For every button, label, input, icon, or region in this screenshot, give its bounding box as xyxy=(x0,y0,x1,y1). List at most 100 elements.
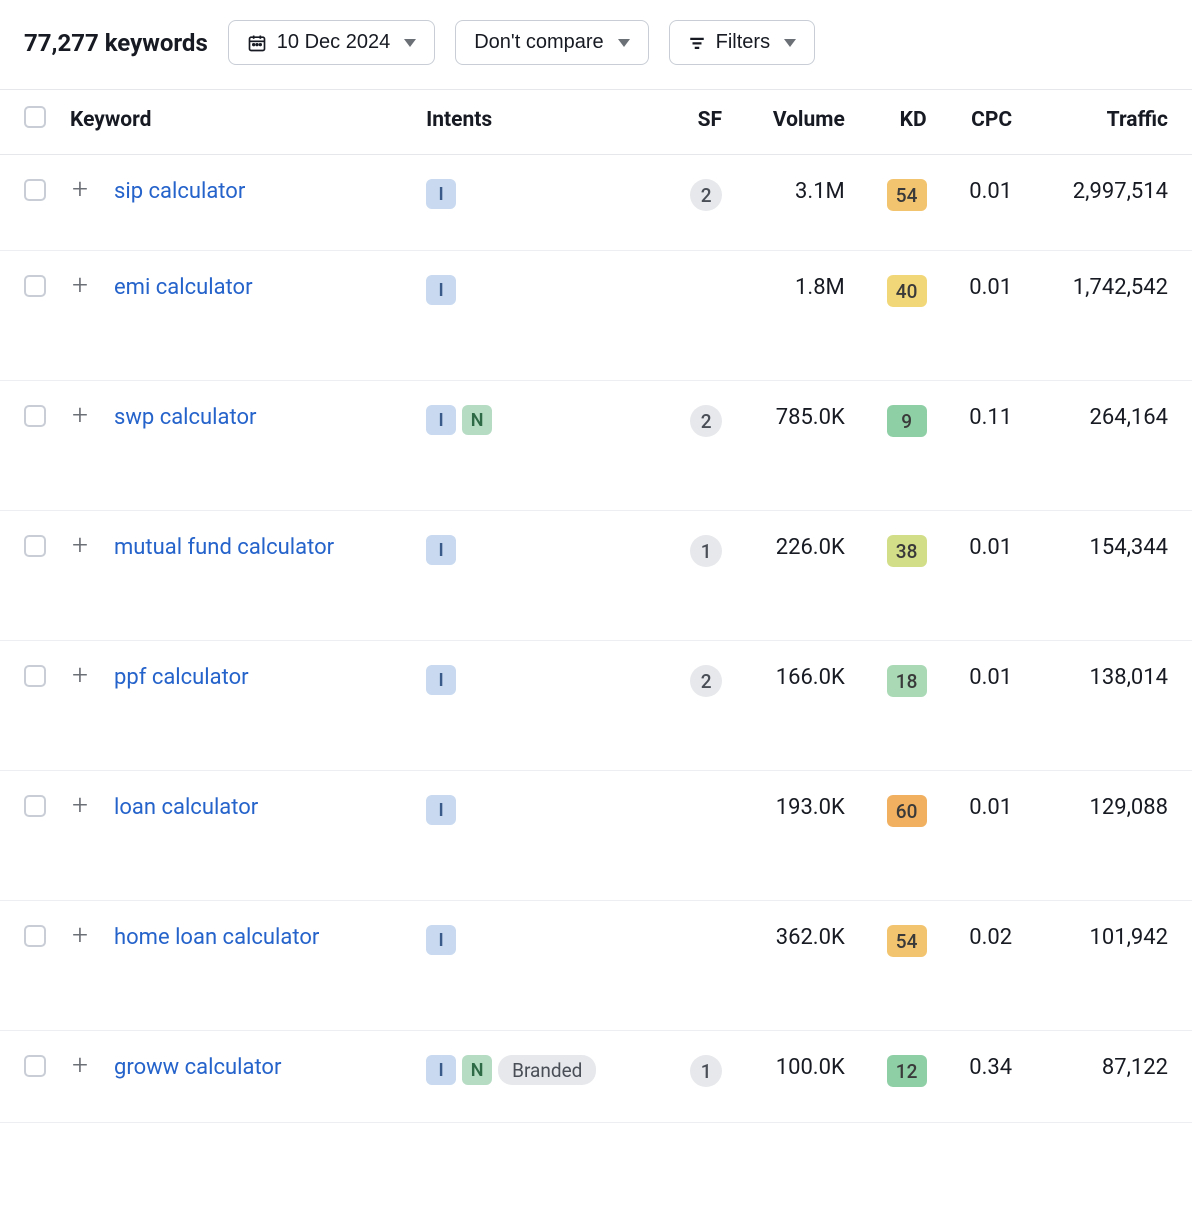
date-picker-button[interactable]: 10 Dec 2024 xyxy=(228,20,435,65)
kd-badge: 38 xyxy=(887,535,927,567)
row-checkbox-cell xyxy=(0,1031,58,1123)
row-checkbox-cell xyxy=(0,511,58,641)
header-checkbox-cell xyxy=(0,90,58,155)
table-row: +sip calculatorI23.1M540.012,997,514 xyxy=(0,155,1192,251)
header-sf[interactable]: SF xyxy=(663,90,735,155)
row-checkbox[interactable] xyxy=(24,665,46,687)
row-checkbox[interactable] xyxy=(24,795,46,817)
intent-badge-i: I xyxy=(426,275,456,305)
cpc-cell: 0.01 xyxy=(939,251,1025,381)
row-checkbox[interactable] xyxy=(24,925,46,947)
table-header-row: Keyword Intents SF Volume KD CPC Traffic xyxy=(0,90,1192,155)
intents-cell: I xyxy=(414,901,662,1031)
plus-icon[interactable]: + xyxy=(70,665,90,685)
intent-badges: INBranded xyxy=(426,1055,596,1085)
cpc-cell: 0.01 xyxy=(939,641,1025,771)
intents-cell: I xyxy=(414,511,662,641)
calendar-icon xyxy=(247,33,267,53)
table-row: +swp calculatorIN2785.0K90.11264,164 xyxy=(0,381,1192,511)
traffic-cell: 264,164 xyxy=(1024,381,1192,511)
kd-cell: 12 xyxy=(857,1031,939,1123)
keyword-cell: swp calculator xyxy=(102,381,414,511)
row-add-cell: + xyxy=(58,251,102,381)
volume-cell: 3.1M xyxy=(734,155,857,251)
row-checkbox[interactable] xyxy=(24,1055,46,1077)
row-checkbox[interactable] xyxy=(24,535,46,557)
plus-icon[interactable]: + xyxy=(70,535,90,555)
compare-label: Don't compare xyxy=(474,31,603,54)
plus-icon[interactable]: + xyxy=(70,179,90,199)
kd-cell: 54 xyxy=(857,155,939,251)
intents-cell: I xyxy=(414,641,662,771)
keyword-link[interactable]: ppf calculator xyxy=(114,665,249,690)
intent-badges: I xyxy=(426,275,456,305)
filter-icon xyxy=(688,34,706,52)
header-intents[interactable]: Intents xyxy=(414,90,662,155)
keyword-cell: sip calculator xyxy=(102,155,414,251)
keyword-cell: loan calculator xyxy=(102,771,414,901)
keyword-link[interactable]: sip calculator xyxy=(114,179,245,204)
table-row: +mutual fund calculatorI1226.0K380.01154… xyxy=(0,511,1192,641)
kd-cell: 9 xyxy=(857,381,939,511)
traffic-cell: 1,742,542 xyxy=(1024,251,1192,381)
select-all-checkbox[interactable] xyxy=(24,106,46,128)
plus-icon[interactable]: + xyxy=(70,795,90,815)
filters-button[interactable]: Filters xyxy=(669,20,815,65)
row-checkbox[interactable] xyxy=(24,179,46,201)
header-kd[interactable]: KD xyxy=(857,90,939,155)
row-checkbox-cell xyxy=(0,771,58,901)
header-traffic[interactable]: Traffic xyxy=(1024,90,1192,155)
traffic-cell: 138,014 xyxy=(1024,641,1192,771)
intent-badges: I xyxy=(426,665,456,695)
compare-button[interactable]: Don't compare xyxy=(455,20,648,65)
row-add-cell: + xyxy=(58,641,102,771)
kd-cell: 40 xyxy=(857,251,939,381)
keyword-cell: home loan calculator xyxy=(102,901,414,1031)
row-add-cell: + xyxy=(58,1031,102,1123)
traffic-cell: 87,122 xyxy=(1024,1031,1192,1123)
kd-badge: 12 xyxy=(887,1055,927,1087)
intent-badge-n: N xyxy=(462,405,492,435)
header-cpc[interactable]: CPC xyxy=(939,90,1025,155)
volume-cell: 166.0K xyxy=(734,641,857,771)
intents-cell: I xyxy=(414,251,662,381)
row-checkbox[interactable] xyxy=(24,275,46,297)
keyword-link[interactable]: mutual fund calculator xyxy=(114,535,334,560)
sf-cell xyxy=(663,251,735,381)
traffic-cell: 129,088 xyxy=(1024,771,1192,901)
keywords-table: Keyword Intents SF Volume KD CPC Traffic… xyxy=(0,89,1192,1123)
kd-cell: 54 xyxy=(857,901,939,1031)
intents-cell: I xyxy=(414,771,662,901)
volume-cell: 226.0K xyxy=(734,511,857,641)
kd-badge: 9 xyxy=(887,405,927,437)
sf-badge: 2 xyxy=(690,665,722,697)
plus-icon[interactable]: + xyxy=(70,925,90,945)
traffic-cell: 154,344 xyxy=(1024,511,1192,641)
keyword-cell: mutual fund calculator xyxy=(102,511,414,641)
volume-cell: 1.8M xyxy=(734,251,857,381)
sf-cell xyxy=(663,901,735,1031)
header-volume[interactable]: Volume xyxy=(734,90,857,155)
row-checkbox[interactable] xyxy=(24,405,46,427)
kd-badge: 40 xyxy=(887,275,927,307)
plus-icon[interactable]: + xyxy=(70,275,90,295)
sf-badge: 1 xyxy=(690,1055,722,1087)
row-add-cell: + xyxy=(58,901,102,1031)
keyword-link[interactable]: emi calculator xyxy=(114,275,253,300)
keyword-link[interactable]: swp calculator xyxy=(114,405,256,430)
kd-cell: 18 xyxy=(857,641,939,771)
plus-icon[interactable]: + xyxy=(70,405,90,425)
row-checkbox-cell xyxy=(0,641,58,771)
volume-cell: 193.0K xyxy=(734,771,857,901)
intent-badges: I xyxy=(426,179,456,209)
table-row: + emi calculator I 1.8M 40 0.011,742,542 xyxy=(0,251,1192,381)
row-checkbox-cell xyxy=(0,381,58,511)
keyword-link[interactable]: groww calculator xyxy=(114,1055,281,1080)
plus-icon[interactable]: + xyxy=(70,1055,90,1075)
intents-cell: INBranded xyxy=(414,1031,662,1123)
keyword-link[interactable]: loan calculator xyxy=(114,795,258,820)
intent-badges: I xyxy=(426,795,456,825)
volume-cell: 785.0K xyxy=(734,381,857,511)
keyword-link[interactable]: home loan calculator xyxy=(114,925,319,950)
header-keyword[interactable]: Keyword xyxy=(58,90,414,155)
